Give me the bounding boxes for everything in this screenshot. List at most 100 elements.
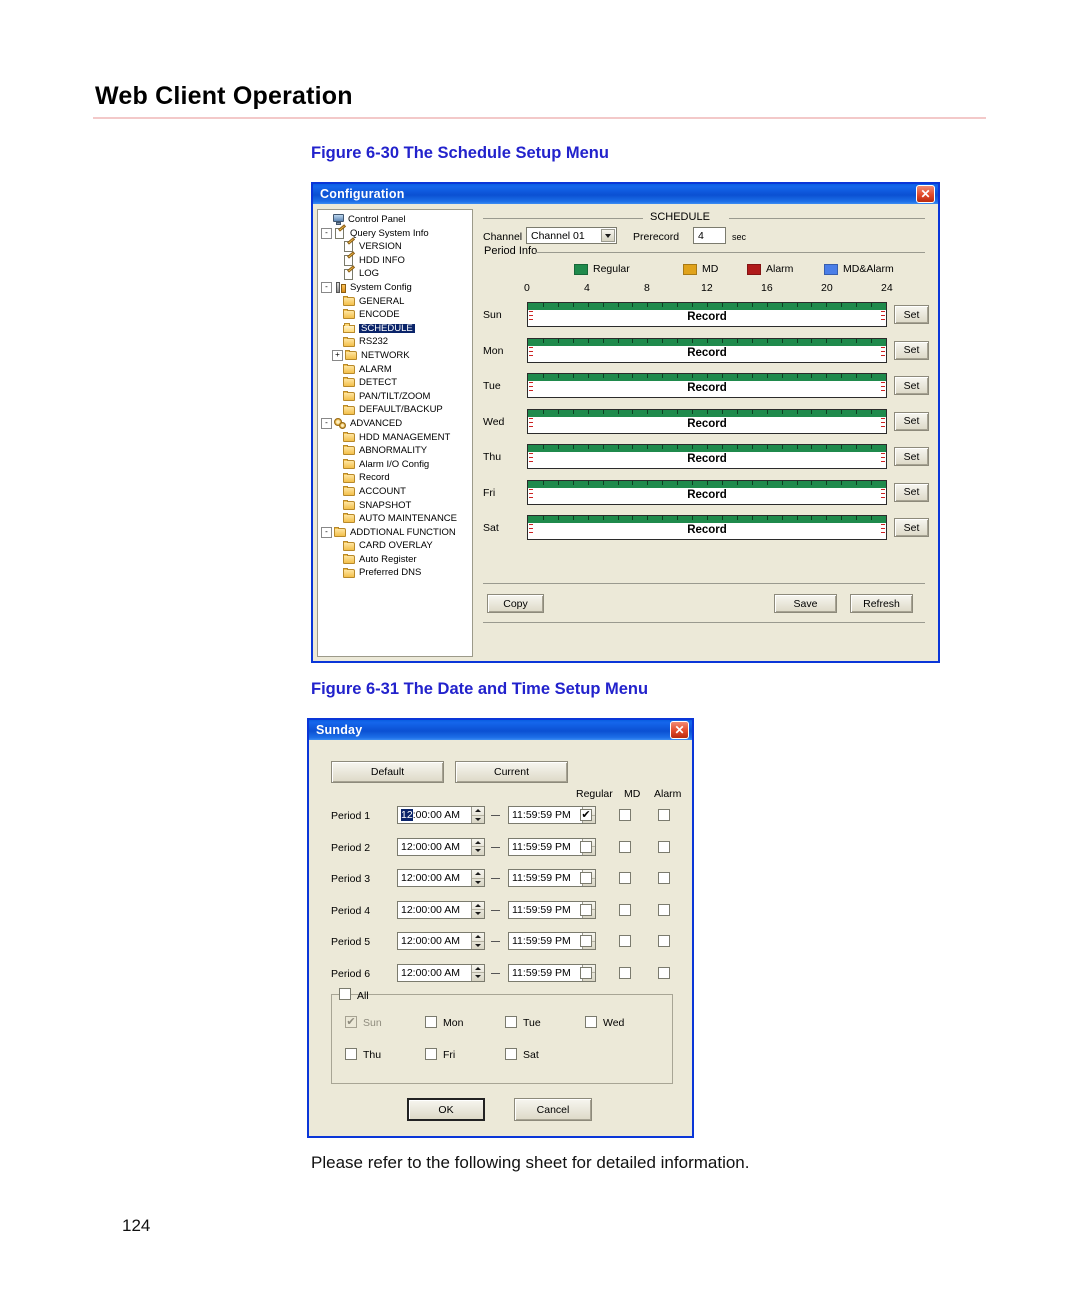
- tree-item-auto-register[interactable]: Auto Register: [321, 553, 472, 567]
- period-2-start-time[interactable]: 12:00:00 AM: [397, 837, 485, 856]
- period-3-alarm-checkbox[interactable]: [658, 872, 670, 884]
- tree-item-query-system-info[interactable]: - Query System Info: [321, 227, 472, 241]
- set-button-sat[interactable]: Set: [894, 518, 929, 537]
- day-checkbox-thu[interactable]: [345, 1048, 357, 1060]
- schedule-row-fri[interactable]: Record: [527, 479, 887, 505]
- copy-button[interactable]: Copy: [487, 594, 544, 613]
- tree-item-schedule[interactable]: SCHEDULE: [321, 322, 472, 336]
- schedule-row-mon[interactable]: Record: [527, 337, 887, 363]
- tree-item-card-overlay[interactable]: CARD OVERLAY: [321, 539, 472, 553]
- period-5-start-time-stepper[interactable]: [471, 933, 484, 949]
- period-6-start-time-stepper[interactable]: [471, 964, 484, 981]
- stepper-down-icon[interactable]: [472, 816, 484, 824]
- period-5-md-checkbox[interactable]: [619, 935, 631, 947]
- collapse-icon[interactable]: -: [321, 227, 332, 239]
- period-5-alarm-checkbox[interactable]: [658, 935, 670, 947]
- tree-item-pan-tilt-zoom[interactable]: PAN/TILT/ZOOM: [321, 390, 472, 404]
- day-checkbox-sat[interactable]: [505, 1048, 517, 1060]
- set-button-sun[interactable]: Set: [894, 305, 929, 324]
- tree-item-alarm-i-o-config[interactable]: Alarm I/O Config: [321, 458, 472, 472]
- period-5-start-time[interactable]: 12:00:00 AM: [397, 932, 485, 950]
- day-checkbox-mon[interactable]: [425, 1016, 437, 1028]
- period-2-start-time-stepper[interactable]: [471, 838, 484, 855]
- stepper-up-icon[interactable]: [472, 807, 484, 816]
- tree-item-version[interactable]: VERSION: [321, 240, 472, 254]
- stepper-up-icon[interactable]: [472, 965, 484, 973]
- chevron-down-icon[interactable]: [601, 229, 615, 242]
- period-4-md-checkbox[interactable]: [619, 903, 631, 916]
- all-checkbox[interactable]: [339, 988, 351, 1000]
- period-1-md-checkbox[interactable]: [619, 809, 631, 821]
- tree-item-rs232[interactable]: RS232: [321, 335, 472, 349]
- tree-item-network[interactable]: + NETWORK: [321, 349, 472, 363]
- period-6-regular-checkbox[interactable]: [580, 966, 592, 979]
- period-3-regular-checkbox[interactable]: [580, 872, 592, 884]
- schedule-row-wed[interactable]: Record: [527, 408, 887, 434]
- tree-item-snapshot[interactable]: SNAPSHOT: [321, 498, 472, 512]
- period-5-regular-checkbox[interactable]: [580, 935, 592, 947]
- period-6-md-checkbox[interactable]: [619, 966, 631, 979]
- ok-button[interactable]: OK: [407, 1098, 485, 1121]
- day-checkbox-fri[interactable]: [425, 1048, 437, 1060]
- period-1-alarm-checkbox[interactable]: [658, 809, 670, 821]
- set-button-mon[interactable]: Set: [894, 340, 929, 360]
- collapse-icon[interactable]: -: [321, 282, 332, 294]
- period-4-start-time-stepper[interactable]: [471, 901, 484, 918]
- tree-item-hdd-management[interactable]: HDD MANAGEMENT: [321, 431, 472, 445]
- tree-item-detect[interactable]: DETECT: [321, 376, 472, 390]
- tree-item-system-config[interactable]: - System Config: [321, 281, 472, 295]
- cancel-button[interactable]: Cancel: [514, 1098, 592, 1121]
- stepper-down-icon[interactable]: [472, 879, 484, 887]
- refresh-button[interactable]: Refresh: [850, 594, 913, 613]
- tree-item-default-backup[interactable]: DEFAULT/BACKUP: [321, 403, 472, 417]
- collapse-icon[interactable]: -: [321, 418, 332, 430]
- set-button-wed[interactable]: Set: [894, 411, 929, 431]
- prerecord-input[interactable]: 4: [693, 227, 726, 244]
- tree-item-record[interactable]: Record: [321, 471, 472, 485]
- channel-select[interactable]: Channel 01: [526, 227, 617, 244]
- stepper-down-icon[interactable]: [472, 942, 484, 950]
- collapse-icon[interactable]: -: [321, 526, 332, 538]
- set-button-thu[interactable]: Set: [894, 447, 929, 466]
- stepper-up-icon[interactable]: [472, 870, 484, 879]
- period-2-md-checkbox[interactable]: [619, 840, 631, 853]
- period-3-start-time-stepper[interactable]: [471, 870, 484, 886]
- tree-item-advanced[interactable]: - ADVANCED: [321, 417, 472, 431]
- stepper-down-icon[interactable]: [472, 847, 484, 855]
- current-button[interactable]: Current: [455, 761, 568, 783]
- period-6-start-time[interactable]: 12:00:00 AM: [397, 963, 485, 982]
- close-icon[interactable]: ✕: [670, 721, 689, 739]
- set-button-fri[interactable]: Set: [894, 482, 929, 502]
- tree-item-preferred-dns[interactable]: Preferred DNS: [321, 566, 472, 580]
- period-2-alarm-checkbox[interactable]: [658, 840, 670, 853]
- stepper-up-icon[interactable]: [472, 839, 484, 847]
- period-2-regular-checkbox[interactable]: [580, 840, 592, 853]
- day-checkbox-wed[interactable]: [585, 1016, 597, 1028]
- tree-item-abnormality[interactable]: ABNORMALITY: [321, 444, 472, 458]
- stepper-up-icon[interactable]: [472, 902, 484, 910]
- tree-item-encode[interactable]: ENCODE: [321, 308, 472, 322]
- day-checkbox-tue[interactable]: [505, 1016, 517, 1028]
- period-3-md-checkbox[interactable]: [619, 872, 631, 884]
- tree-item-addtional-function[interactable]: - ADDTIONAL FUNCTION: [321, 526, 472, 540]
- period-6-alarm-checkbox[interactable]: [658, 966, 670, 979]
- period-1-start-time-stepper[interactable]: [471, 807, 484, 823]
- period-4-alarm-checkbox[interactable]: [658, 903, 670, 916]
- default-button[interactable]: Default: [331, 761, 444, 783]
- stepper-up-icon[interactable]: [472, 933, 484, 942]
- period-4-regular-checkbox[interactable]: [580, 903, 592, 916]
- schedule-row-sun[interactable]: Record: [527, 302, 887, 327]
- stepper-down-icon[interactable]: [472, 973, 484, 981]
- expand-icon[interactable]: +: [332, 350, 343, 362]
- tree-item-auto-maintenance[interactable]: AUTO MAINTENANCE: [321, 512, 472, 526]
- period-1-start-time[interactable]: 12:00:00 AM: [397, 806, 485, 824]
- schedule-row-sat[interactable]: Record: [527, 515, 887, 540]
- close-icon[interactable]: ✕: [916, 185, 935, 203]
- schedule-row-tue[interactable]: Record: [527, 373, 887, 398]
- set-button-tue[interactable]: Set: [894, 376, 929, 395]
- period-3-start-time[interactable]: 12:00:00 AM: [397, 869, 485, 887]
- tree-item-general[interactable]: GENERAL: [321, 295, 472, 309]
- tree-item-hdd-info[interactable]: HDD INFO: [321, 254, 472, 268]
- tree-item-alarm[interactable]: ALARM: [321, 363, 472, 377]
- tree-item-log[interactable]: LOG: [321, 267, 472, 281]
